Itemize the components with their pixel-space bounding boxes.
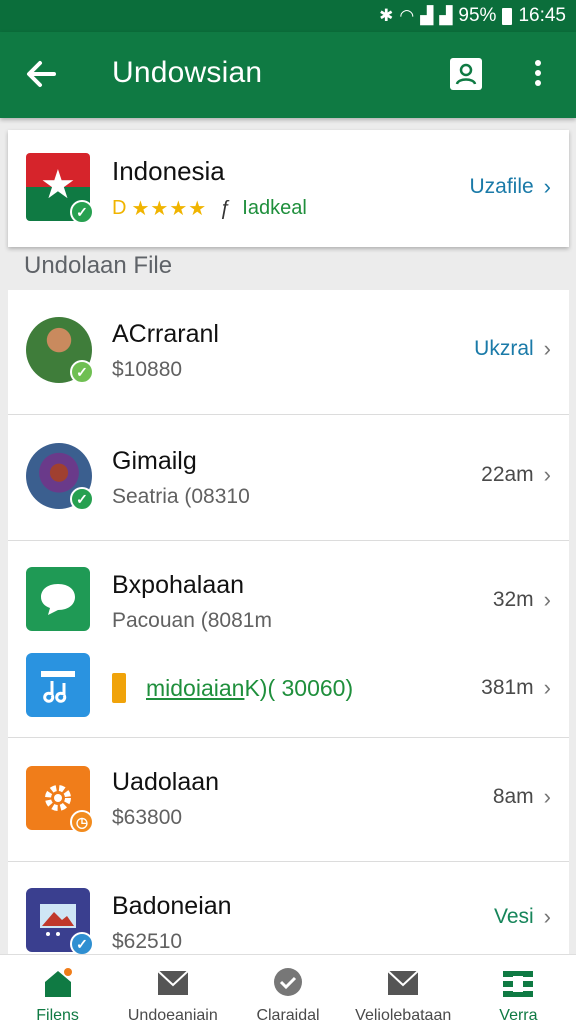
battery-text: 95%: [458, 5, 497, 26]
secondary-meta-label: 381m: [481, 676, 534, 699]
list-item-meta-label: Ukzral: [474, 337, 534, 360]
featured-card[interactable]: ★ ✓ Indonesia D ★★★★ ƒ Iadkeal Uzafile ›: [8, 130, 569, 247]
page-title: Undowsian: [112, 56, 263, 89]
nav-item-downloads[interactable]: Undoeaniain: [115, 955, 230, 1024]
app-bar: Undowsian: [0, 32, 576, 118]
chevron-right-icon: ›: [543, 904, 551, 929]
signal-icon: ▟: [420, 6, 434, 25]
bluetooth-icon: ✱: [379, 6, 394, 25]
chevron-right-icon: ›: [543, 462, 551, 487]
list-item-title: Uadolaan: [112, 768, 220, 796]
nav-item-chat[interactable]: Claraidal: [230, 955, 345, 1024]
clock: 16:45: [518, 5, 566, 26]
file-tag-icon: [112, 673, 126, 703]
list-item-title: Badoneian: [112, 892, 232, 920]
nav-label: Filens: [36, 1007, 79, 1024]
rating-prefix: D: [112, 197, 128, 219]
list-item-title: Bxpohalaan: [112, 571, 245, 599]
more-options-button[interactable]: [528, 56, 548, 92]
list-item-meta: Vesi ›: [494, 904, 551, 930]
featured-action[interactable]: Uzafile ›: [469, 174, 551, 200]
list-item-meta-label: Vesi: [493, 905, 534, 928]
battery-icon: [502, 7, 513, 25]
chevron-right-icon: ›: [543, 587, 551, 612]
list-item-meta-label: 8am: [492, 785, 534, 808]
back-button[interactable]: [22, 54, 62, 94]
section-label: Undolaan File: [24, 252, 173, 279]
list-item-meta: 8am ›: [493, 784, 551, 810]
status-bar: ✱ ◠ ▟ ▟ 95% 16:45: [0, 0, 576, 32]
mail-icon: [157, 970, 189, 995]
chevron-right-icon: ›: [543, 336, 551, 361]
secondary-link[interactable]: midoiaian: [146, 675, 244, 702]
chat-app-icon: [26, 567, 90, 631]
list-item-meta: Ukzral ›: [474, 336, 551, 362]
nav-item-more[interactable]: Verra: [461, 955, 576, 1024]
verified-check-icon: ✓: [70, 200, 94, 224]
clock-badge-icon: ◷: [70, 810, 94, 834]
list-item[interactable]: ✓ Badoneian $62510 Vesi ›: [8, 862, 569, 954]
nav-label: Undoeaniain: [127, 1007, 218, 1024]
verified-check-icon: ✓: [70, 360, 94, 384]
profile-button[interactable]: [450, 58, 482, 90]
list-item-subtitle: Pacouan (8081m: [112, 609, 272, 632]
list-item[interactable]: ◷ Uadolaan $63800 8am ›: [8, 738, 569, 862]
signal-icon-2: ▟: [439, 6, 453, 25]
list-item-title: ACrraranl: [112, 320, 219, 348]
verified-check-icon: ✓: [70, 932, 94, 954]
featured-action-label: Uzafile: [469, 175, 534, 198]
nav-label: Verra: [499, 1007, 538, 1024]
grid-icon: [503, 971, 534, 997]
bottom-nav: Filens Undoeaniain Claraidal Veliolebata…: [0, 954, 576, 1024]
person-icon: [455, 63, 477, 85]
wifi-icon: ◠: [399, 6, 415, 25]
list-item[interactable]: ✓ Gimailg Seatria (08310 22am ›: [8, 415, 569, 541]
featured-rating: D ★★★★ ƒ Iadkeal: [112, 196, 307, 221]
featured-name: Indonesia: [112, 156, 225, 186]
chevron-right-icon: ›: [543, 174, 551, 199]
list-item-meta-label: 22am: [481, 463, 534, 486]
list-item-meta: 32m ›: [493, 587, 551, 613]
featured-tag: Iadkeal: [242, 197, 307, 219]
arrow-left-icon: [27, 61, 56, 87]
list-item-meta: 22am ›: [481, 462, 551, 488]
verified-check-icon: ✓: [70, 487, 94, 511]
nav-item-messages[interactable]: Veliolebataan: [346, 955, 461, 1024]
list-item-subtitle: $10880: [112, 358, 183, 381]
list-item-subtitle: $62510: [112, 930, 183, 953]
list-item-meta-label: 32m: [492, 588, 534, 611]
nav-label: Claraidal: [256, 1007, 320, 1024]
list-item[interactable]: ✓ ACrraranl $10880 Ukzral ›: [8, 290, 569, 415]
chevron-right-icon: ›: [543, 675, 551, 700]
list-item-subtitle: Seatria (08310: [112, 485, 250, 508]
secondary-meta: 381m ›: [481, 675, 551, 701]
nav-item-files[interactable]: Filens: [0, 955, 115, 1024]
file-list: ✓ ACrraranl $10880 Ukzral › ✓ Gimailg Se…: [8, 290, 569, 954]
secondary-suffix: K)( 30060): [244, 675, 354, 701]
mail-icon: [387, 970, 419, 995]
home-icon: [44, 968, 72, 997]
secondary-line: midoiaian K)( 30060): [146, 675, 353, 702]
rating-stars: ★★★★: [131, 198, 208, 220]
list-item-subtitle: $63800: [112, 806, 183, 829]
chevron-right-icon: ›: [543, 784, 551, 809]
list-item[interactable]: Bxpohalaan Pacouan (8081m 32m › midoiaia…: [8, 541, 569, 738]
nav-label: Veliolebataan: [355, 1007, 452, 1024]
rating-separator: ƒ: [219, 197, 231, 219]
music-file-icon: [26, 653, 90, 717]
chat-icon: [274, 968, 302, 996]
list-item-title: Gimailg: [112, 447, 197, 475]
